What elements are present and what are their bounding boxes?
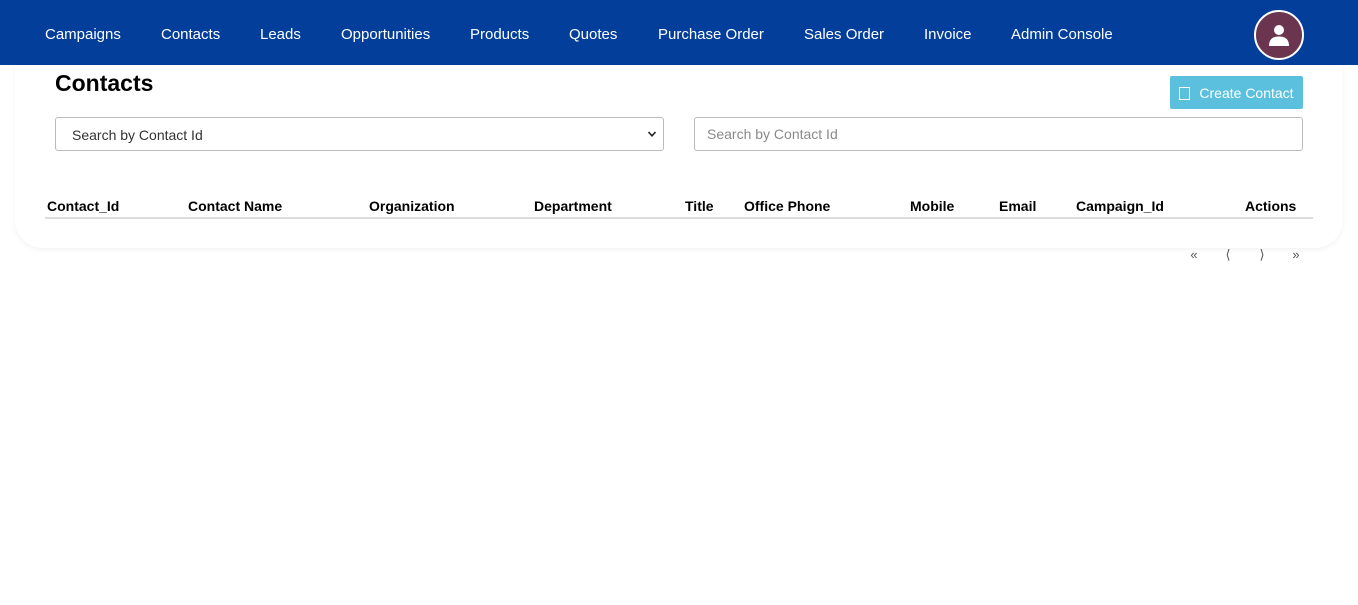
search-field-select-value: Search by Contact Id	[72, 127, 203, 143]
next-page-button[interactable]: ⟩	[1252, 245, 1272, 265]
table-header-divider	[45, 217, 1313, 219]
column-header-office-phone[interactable]: Office Phone	[744, 198, 830, 214]
search-field-select[interactable]: Search by Contact Id	[55, 117, 664, 151]
top-navbar: Campaigns Contacts Leads Opportunities P…	[0, 0, 1358, 65]
page-title: Contacts	[55, 70, 154, 96]
search-input[interactable]	[694, 117, 1303, 151]
nav-item-quotes[interactable]: Quotes	[569, 0, 617, 65]
avatar[interactable]	[1254, 10, 1304, 60]
nav-item-purchase-order[interactable]: Purchase Order	[658, 0, 764, 65]
nav-item-campaigns[interactable]: Campaigns	[45, 0, 121, 65]
create-contact-button[interactable]: Create Contact	[1170, 76, 1303, 109]
nav-item-leads[interactable]: Leads	[260, 0, 301, 65]
column-header-title[interactable]: Title	[685, 198, 714, 214]
contacts-panel	[15, 65, 1343, 248]
column-header-organization[interactable]: Organization	[369, 198, 455, 214]
nav-item-sales-order[interactable]: Sales Order	[804, 0, 884, 65]
square-icon	[1179, 86, 1191, 100]
nav-item-contacts[interactable]: Contacts	[161, 0, 220, 65]
column-header-mobile[interactable]: Mobile	[910, 198, 954, 214]
nav-item-products[interactable]: Products	[470, 0, 529, 65]
column-header-email[interactable]: Email	[999, 198, 1036, 214]
chevron-down-icon	[647, 131, 657, 137]
column-header-department[interactable]: Department	[534, 198, 612, 214]
create-contact-label: Create Contact	[1199, 84, 1294, 101]
column-header-contact-name[interactable]: Contact Name	[188, 198, 282, 214]
column-header-actions: Actions	[1245, 198, 1297, 214]
nav-item-opportunities[interactable]: Opportunities	[341, 0, 430, 65]
last-page-button[interactable]: »	[1286, 245, 1306, 265]
previous-page-button[interactable]: ⟨	[1218, 245, 1238, 265]
nav-item-admin-console[interactable]: Admin Console	[1011, 0, 1113, 65]
column-header-contact-id[interactable]: Contact_Id	[47, 198, 119, 214]
user-icon	[1269, 25, 1289, 46]
column-header-campaign-id[interactable]: Campaign_Id	[1076, 198, 1164, 214]
nav-item-invoice[interactable]: Invoice	[924, 0, 972, 65]
first-page-button[interactable]: «	[1184, 245, 1204, 265]
